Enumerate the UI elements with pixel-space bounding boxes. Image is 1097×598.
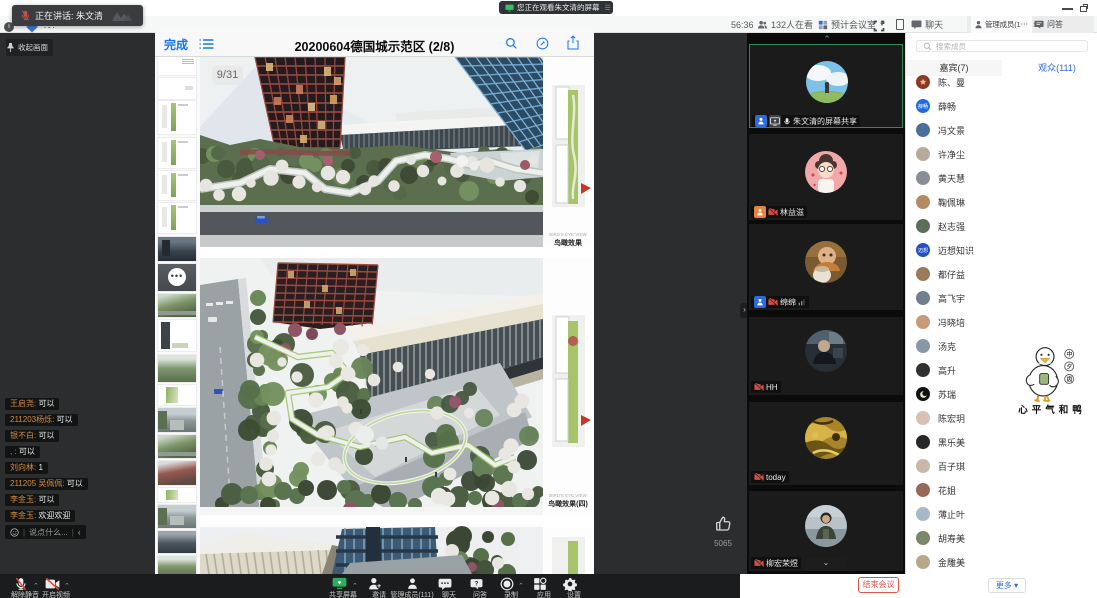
svg-text:中: 中 [1066, 350, 1072, 358]
svg-text:鸟瞰效果(四): 鸟瞰效果(四) [548, 499, 588, 508]
svg-text:?: ? [474, 580, 478, 587]
svg-text:BIRD'S EYE VIEW: BIRD'S EYE VIEW [549, 493, 587, 498]
svg-text:夕: 夕 [1066, 363, 1072, 371]
svg-text:齿: 齿 [1066, 375, 1072, 383]
svg-text:鸟瞰效果: 鸟瞰效果 [554, 238, 582, 247]
svg-text:BIRD'S EYE VIEW: BIRD'S EYE VIEW [549, 232, 587, 237]
